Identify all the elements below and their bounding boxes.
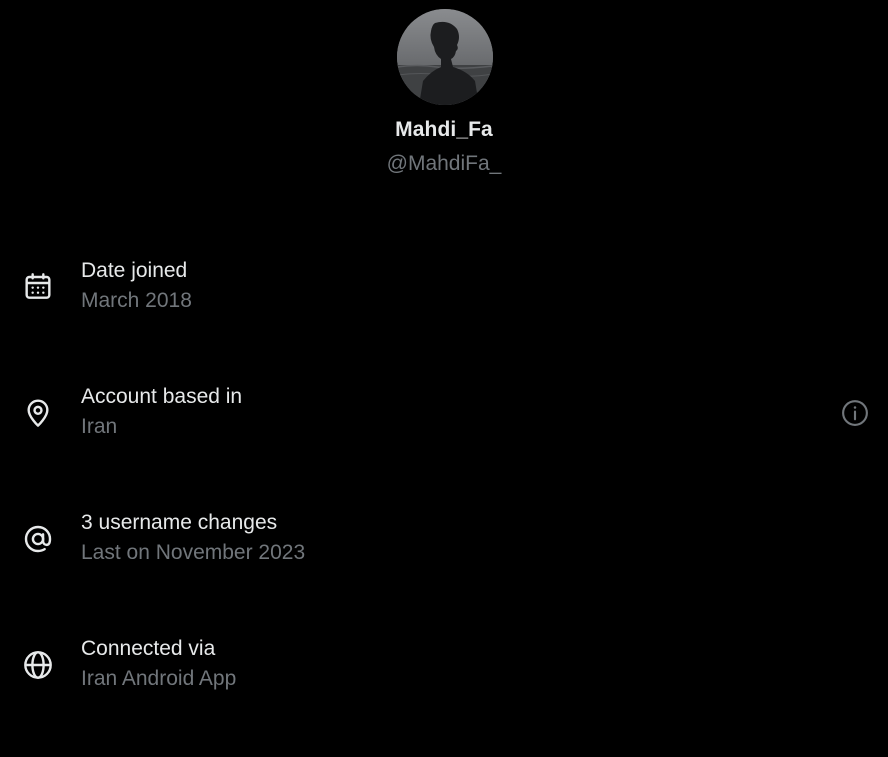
connected-via-row: Connected via Iran Android App [0,633,888,713]
username-changes-row: 3 username changes Last on November 2023 [0,507,888,587]
date-joined-label: Date joined [81,259,188,282]
account-location-row: Account based in Iran [0,381,888,461]
info-icon[interactable] [838,396,872,430]
username-changes-label: 3 username changes [81,511,278,534]
connected-via-value: Iran Android App [81,667,237,690]
profile-header: Mahdi_Fa @MahdiFa_ [0,0,888,200]
at-sign-icon [20,521,56,557]
avatar[interactable] [397,9,493,105]
account-location-label: Account based in [81,385,243,408]
display-name: Mahdi_Fa [395,118,493,141]
date-joined-value: March 2018 [81,289,192,312]
calendar-icon [20,269,56,305]
username-changes-value: Last on November 2023 [81,541,306,564]
connected-via-label: Connected via [81,637,216,660]
globe-icon [20,647,56,683]
profile-photo-silhouette [397,9,493,105]
date-joined-row: Date joined March 2018 [0,255,888,335]
location-pin-icon [20,395,56,431]
username-handle: @MahdiFa_ [386,152,502,175]
account-location-value: Iran [81,415,118,438]
